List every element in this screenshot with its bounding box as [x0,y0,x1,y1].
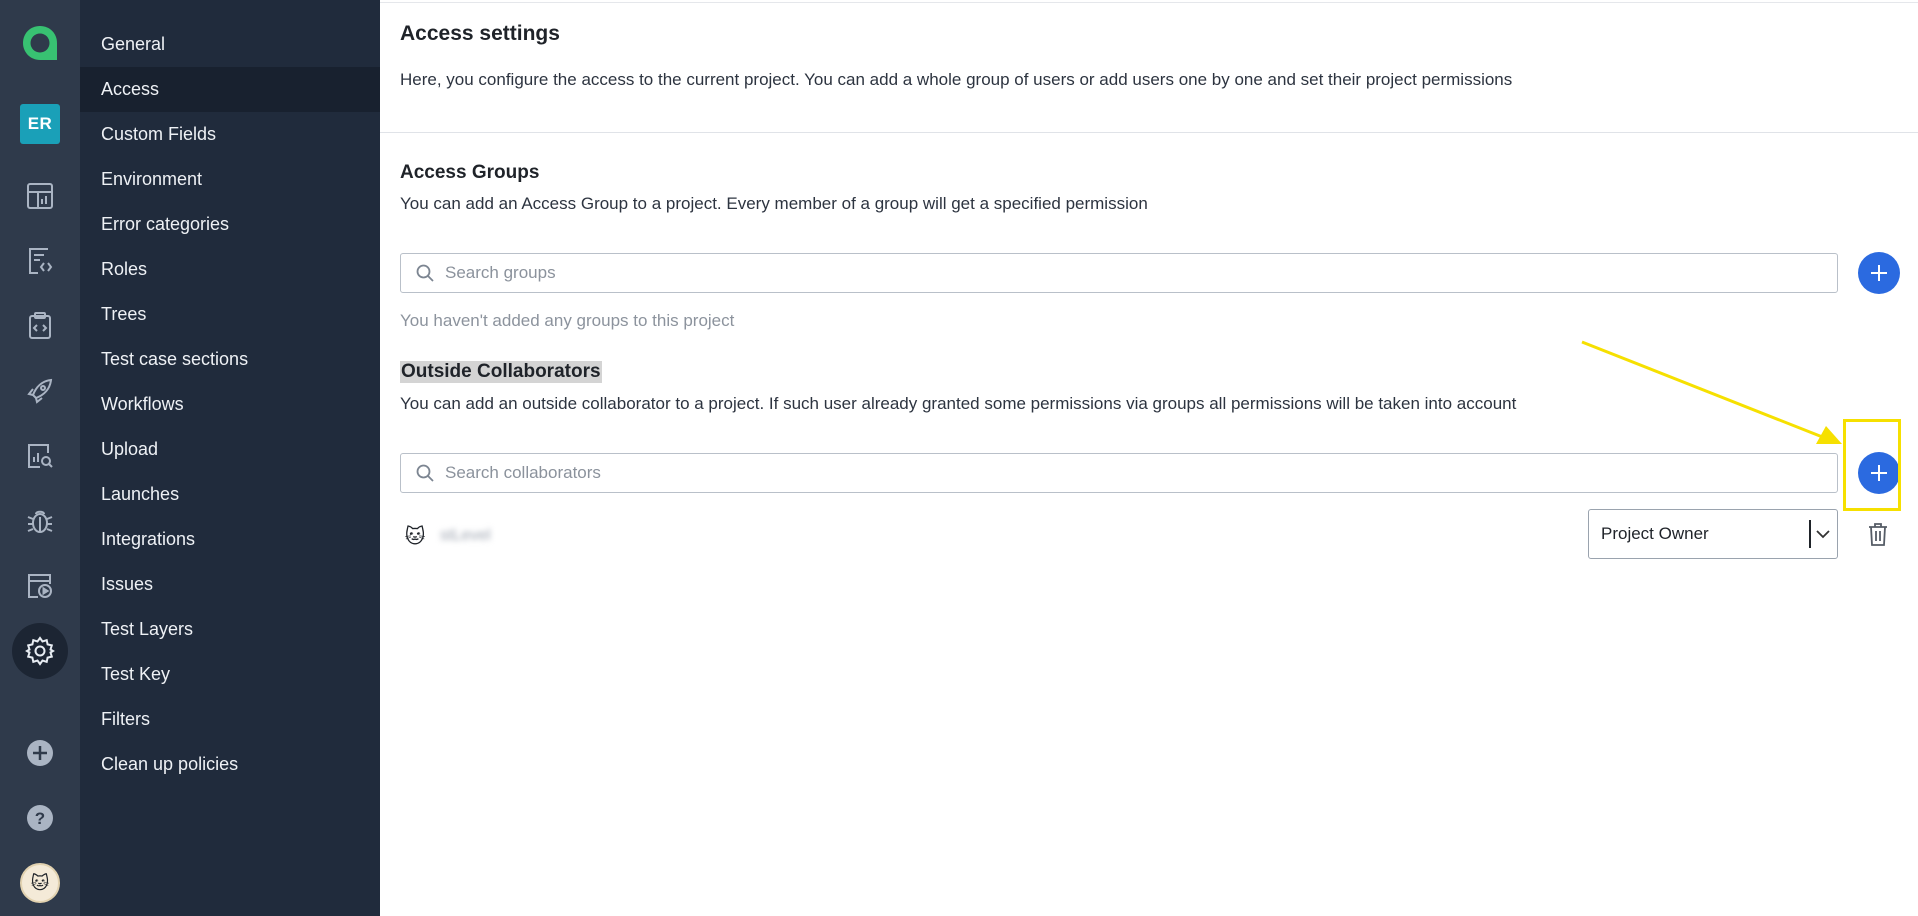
svg-text:?: ? [35,809,45,828]
jobs-icon[interactable] [0,558,80,614]
add-group-button[interactable] [1858,252,1900,294]
menu-item-trees[interactable]: Trees [80,292,380,337]
menu-item-environment[interactable]: Environment [80,157,380,202]
menu-item-integrations[interactable]: Integrations [80,517,380,562]
add-icon[interactable] [0,725,80,781]
test-plans-icon[interactable] [0,298,80,354]
collaborator-avatar-icon: 🐱 [404,525,426,548]
collaborators-search-input[interactable] [445,463,1825,483]
menu-item-test-layers[interactable]: Test Layers [80,607,380,652]
user-initials-badge[interactable]: ER [0,96,80,152]
annotation-highlight-box [1843,419,1901,511]
settings-icon [12,623,68,679]
annotation-arrow-icon [1581,340,1842,444]
analytics-icon[interactable] [0,428,80,484]
menu-item-test-key[interactable]: Test Key [80,652,380,697]
menu-item-workflows[interactable]: Workflows [80,382,380,427]
help-icon[interactable]: ? [0,790,80,846]
groups-empty-text: You haven't added any groups to this pro… [400,311,735,330]
menu-item-roles[interactable]: Roles [80,247,380,292]
outside-collaborators-description: You can add an outside collaborator to a… [400,394,1517,413]
select-separator [1809,520,1811,548]
test-cases-icon[interactable] [0,233,80,289]
outside-collaborators-title: Outside Collaborators [400,361,602,383]
dashboard-icon[interactable] [0,168,80,224]
menu-item-access[interactable]: Access [80,67,380,112]
menu-item-test-case-sections[interactable]: Test case sections [80,337,380,382]
menu-item-launches[interactable]: Launches [80,472,380,517]
groups-search-input[interactable] [445,263,1825,283]
user-initials: ER [20,104,60,144]
avatar-image-icon: 🐱 [20,863,60,903]
collaborator-row: 🐱 stLevel [400,516,491,556]
access-groups-title: Access Groups [400,162,540,183]
groups-search[interactable] [400,253,1838,293]
menu-item-filters[interactable]: Filters [80,697,380,742]
bug-icon[interactable] [0,493,80,549]
user-avatar[interactable]: 🐱 [0,855,80,911]
collaborator-role-select[interactable]: Project Owner [1588,509,1838,559]
menu-item-general[interactable]: General [80,22,380,67]
page-title: Access settings [400,22,560,45]
menu-item-issues[interactable]: Issues [80,562,380,607]
settings-menu: General Access Custom Fields Environment Err… [80,0,380,916]
main-content: Access settings Here, you configure the … [380,0,1918,916]
menu-item-custom-fields[interactable]: Custom Fields [80,112,380,157]
menu-item-clean-up-policies[interactable]: Clean up policies [80,742,380,787]
collaborators-search[interactable] [400,453,1838,493]
page-header: Access settings Here, you configure the … [380,0,1918,133]
collaborator-role-value: Project Owner [1601,524,1709,543]
menu-item-upload[interactable]: Upload [80,427,380,472]
launches-icon[interactable] [0,363,80,419]
delete-collaborator-button[interactable] [1863,519,1893,549]
icon-rail: ER ? 🐱 [0,0,80,916]
app-logo-icon[interactable] [0,14,80,72]
collaborator-name: stLevel [440,527,491,544]
plus-icon [1871,265,1887,281]
menu-item-error-categories[interactable]: Error categories [80,202,380,247]
search-icon [416,464,434,482]
chevron-down-icon [1816,530,1830,539]
search-icon [416,264,434,282]
settings-nav[interactable] [0,623,80,679]
access-groups-description: You can add an Access Group to a project… [400,194,1148,213]
page-description: Here, you configure the access to the cu… [400,70,1513,89]
